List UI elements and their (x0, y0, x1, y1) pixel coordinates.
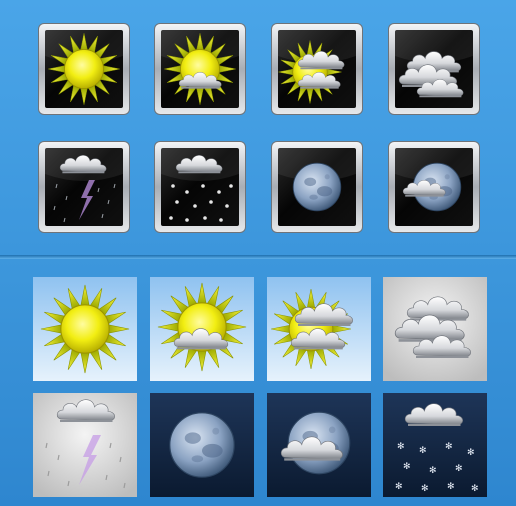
overcast-clouds-icon[interactable] (383, 277, 487, 381)
sun-icon[interactable] (33, 277, 137, 381)
snow-cloud-icon[interactable] (153, 140, 247, 234)
overcast-clouds-icon[interactable] (387, 22, 481, 116)
svg-text:✻: ✻ (445, 442, 453, 452)
svg-text:✻: ✻ (419, 446, 427, 456)
thunderstorm-rain-icon[interactable] (33, 393, 137, 497)
svg-text:✻: ✻ (447, 482, 455, 492)
full-moon-icon[interactable] (150, 393, 254, 497)
sun-mostly-cloudy-icon[interactable] (270, 22, 364, 116)
moon-partly-cloudy-icon[interactable] (267, 393, 371, 497)
sun-partly-cloudy-icon[interactable] (150, 277, 254, 381)
svg-text:✻: ✻ (421, 484, 429, 494)
svg-text:✻: ✻ (455, 464, 463, 474)
thunderstorm-rain-icon[interactable] (37, 140, 131, 234)
svg-text:✻: ✻ (403, 462, 411, 472)
svg-text:✻: ✻ (429, 466, 437, 476)
full-moon-icon[interactable] (270, 140, 364, 234)
svg-text:✻: ✻ (471, 484, 479, 494)
sun-mostly-cloudy-icon[interactable] (267, 277, 371, 381)
sun-icon[interactable] (37, 22, 131, 116)
moon-partly-cloudy-icon[interactable] (387, 140, 481, 234)
svg-text:✻: ✻ (397, 442, 405, 452)
svg-text:✻: ✻ (467, 448, 475, 458)
snow-cloud-night-icon[interactable]: ✻ ✻ ✻ ✻ ✻ ✻ ✻ ✻ ✻ ✻ ✻ (383, 393, 487, 497)
svg-text:✻: ✻ (395, 482, 403, 492)
sun-partly-cloudy-icon[interactable] (153, 22, 247, 116)
